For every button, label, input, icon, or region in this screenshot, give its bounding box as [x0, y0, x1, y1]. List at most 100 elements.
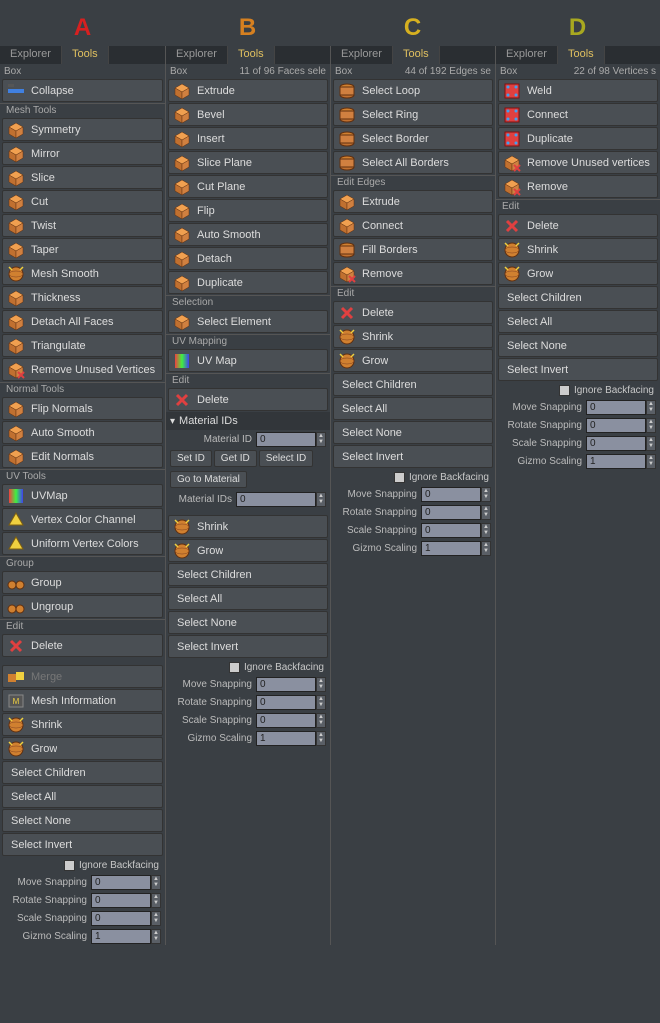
select-none-button[interactable]: Select None [2, 809, 163, 832]
material-ids-input[interactable] [236, 492, 316, 507]
spinner[interactable]: ▲▼ [646, 400, 656, 415]
select-all-borders-button[interactable]: Select All Borders [333, 151, 493, 174]
grow-button[interactable]: Grow [168, 539, 328, 562]
tab-explorer[interactable]: Explorer [331, 46, 393, 64]
spinner[interactable]: ▲▼ [481, 487, 491, 502]
scale-input[interactable] [91, 911, 151, 926]
detach-all-faces-button[interactable]: Detach All Faces [2, 310, 163, 333]
weld-button[interactable]: Weld [498, 79, 658, 102]
flip-button[interactable]: Flip [168, 199, 328, 222]
move-input[interactable] [421, 487, 481, 502]
spinner[interactable]: ▲▼ [646, 454, 656, 469]
grow-button[interactable]: Grow [498, 262, 658, 285]
duplicate-button[interactable]: Duplicate [498, 127, 658, 150]
grow-button[interactable]: Grow [2, 737, 163, 760]
spinner[interactable]: ▲▼ [481, 523, 491, 538]
spinner[interactable]: ▲▼ [151, 893, 161, 908]
select-invert-button[interactable]: Select Invert [333, 445, 493, 468]
spinner[interactable]: ▲▼ [316, 713, 326, 728]
spinner[interactable]: ▲▼ [646, 436, 656, 451]
tab-explorer[interactable]: Explorer [166, 46, 228, 64]
tab-tools[interactable]: Tools [393, 46, 440, 64]
tab-explorer[interactable]: Explorer [0, 46, 62, 64]
go-to-material-button[interactable]: Go to Material [170, 471, 247, 488]
spinner[interactable]: ▲▼ [481, 541, 491, 556]
select-children-button[interactable]: Select Children [168, 563, 328, 586]
tab-tools[interactable]: Tools [62, 46, 109, 64]
delete-button[interactable]: Delete [168, 388, 328, 411]
mirror-button[interactable]: Mirror [2, 142, 163, 165]
select-ring-button[interactable]: Select Ring [333, 103, 493, 126]
detach-button[interactable]: Detach [168, 247, 328, 270]
ignore-backfacing-checkbox[interactable] [229, 662, 240, 673]
spinner[interactable]: ▲▼ [151, 929, 161, 944]
ignore-backfacing-checkbox[interactable] [394, 472, 405, 483]
select-invert-button[interactable]: Select Invert [2, 833, 163, 856]
spinner[interactable]: ▲▼ [316, 492, 326, 507]
select-all-button[interactable]: Select All [498, 310, 658, 333]
triangulate-button[interactable]: Triangulate [2, 334, 163, 357]
select-all-button[interactable]: Select All [333, 397, 493, 420]
uniform-vertex-colors-button[interactable]: Uniform Vertex Colors [2, 532, 163, 555]
flip-normals-button[interactable]: Flip Normals [2, 397, 163, 420]
spinner[interactable]: ▲▼ [316, 432, 326, 447]
rotate-input[interactable] [91, 893, 151, 908]
mesh-smooth-button[interactable]: Mesh Smooth [2, 262, 163, 285]
rotate-input[interactable] [256, 695, 316, 710]
shrink-button[interactable]: Shrink [168, 515, 328, 538]
symmetry-button[interactable]: Symmetry [2, 118, 163, 141]
scale-input[interactable] [421, 523, 481, 538]
set-id-button[interactable]: Set ID [170, 450, 212, 467]
gizmo-input[interactable] [586, 454, 646, 469]
delete-button[interactable]: Delete [333, 301, 493, 324]
connect-button[interactable]: Connect [498, 103, 658, 126]
group-button[interactable]: Group [2, 571, 163, 594]
move-input[interactable] [91, 875, 151, 890]
insert-button[interactable]: Insert [168, 127, 328, 150]
auto-smooth-button[interactable]: Auto Smooth [168, 223, 328, 246]
taper-button[interactable]: Taper [2, 238, 163, 261]
remove-button[interactable]: Remove [333, 262, 493, 285]
tab-explorer[interactable]: Explorer [496, 46, 558, 64]
ignore-backfacing-checkbox[interactable] [64, 860, 75, 871]
remove-unused-vertices-button[interactable]: Remove Unused vertices [498, 151, 658, 174]
spinner[interactable]: ▲▼ [316, 677, 326, 692]
spinner[interactable]: ▲▼ [151, 875, 161, 890]
select-border-button[interactable]: Select Border [333, 127, 493, 150]
spinner[interactable]: ▲▼ [646, 418, 656, 433]
uvmap-button[interactable]: UVMap [2, 484, 163, 507]
delete-button[interactable]: Delete [498, 214, 658, 237]
gizmo-input[interactable] [91, 929, 151, 944]
material-id-input[interactable] [256, 432, 316, 447]
select-invert-button[interactable]: Select Invert [168, 635, 328, 658]
fill-borders-button[interactable]: Fill Borders [333, 238, 493, 261]
gizmo-input[interactable] [256, 731, 316, 746]
thickness-button[interactable]: Thickness [2, 286, 163, 309]
select-children-button[interactable]: Select Children [2, 761, 163, 784]
select-loop-button[interactable]: Select Loop [333, 79, 493, 102]
select-children-button[interactable]: Select Children [498, 286, 658, 309]
get-id-button[interactable]: Get ID [214, 450, 257, 467]
scale-input[interactable] [586, 436, 646, 451]
extrude-button[interactable]: Extrude [168, 79, 328, 102]
slice-plane-button[interactable]: Slice Plane [168, 151, 328, 174]
shrink-button[interactable]: Shrink [2, 713, 163, 736]
collapse-button[interactable]: Collapse [2, 79, 163, 102]
spinner[interactable]: ▲▼ [316, 695, 326, 710]
select-invert-button[interactable]: Select Invert [498, 358, 658, 381]
mesh-information-button[interactable]: MMesh Information [2, 689, 163, 712]
scale-input[interactable] [256, 713, 316, 728]
slice-button[interactable]: Slice [2, 166, 163, 189]
tab-tools[interactable]: Tools [558, 46, 605, 64]
rotate-input[interactable] [421, 505, 481, 520]
delete-button[interactable]: Delete [2, 634, 163, 657]
gizmo-input[interactable] [421, 541, 481, 556]
tab-tools[interactable]: Tools [228, 46, 275, 64]
spinner[interactable]: ▲▼ [151, 911, 161, 926]
shrink-button[interactable]: Shrink [333, 325, 493, 348]
move-input[interactable] [586, 400, 646, 415]
shrink-button[interactable]: Shrink [498, 238, 658, 261]
ignore-backfacing-checkbox[interactable] [559, 385, 570, 396]
spinner[interactable]: ▲▼ [316, 731, 326, 746]
select-none-button[interactable]: Select None [498, 334, 658, 357]
